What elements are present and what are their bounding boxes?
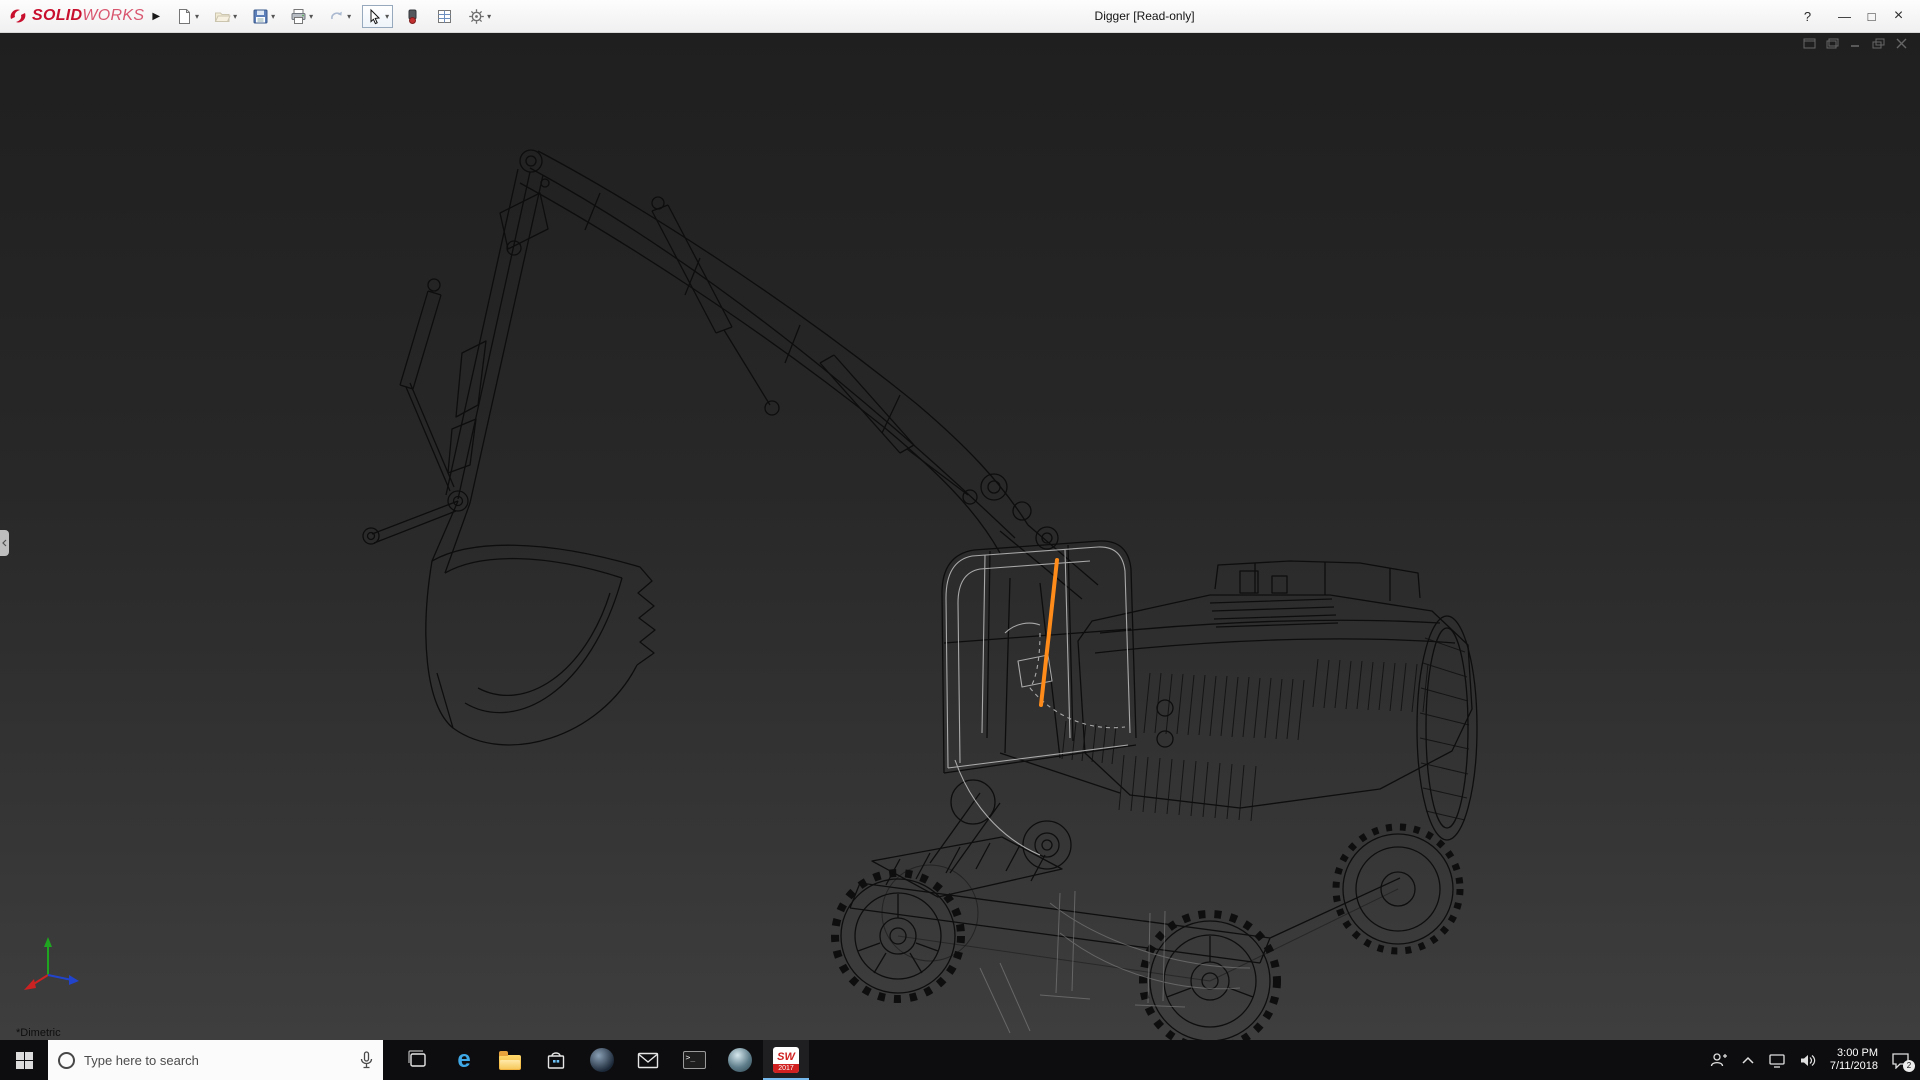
taskbar: e >_	[0, 1040, 1920, 1080]
cab-highlight-lines	[946, 547, 1130, 855]
search-input[interactable]	[84, 1053, 351, 1068]
macro-icon	[404, 8, 421, 25]
select-tool-button[interactable]: ▾	[362, 5, 393, 28]
taskbar-apps: e >_	[395, 1040, 809, 1080]
chevron-left-icon	[2, 539, 7, 547]
windows-logo-icon	[16, 1052, 33, 1069]
new-document-button[interactable]: ▾	[172, 5, 203, 28]
store-button[interactable]	[533, 1040, 579, 1080]
cascade-windows-icon[interactable]	[1826, 38, 1839, 49]
open-button[interactable]: ▾	[210, 5, 241, 28]
clock-time: 3:00 PM	[1837, 1047, 1878, 1060]
triad-z-arrow	[69, 975, 79, 985]
save-button[interactable]: ▾	[248, 5, 279, 28]
edge-icon: e	[457, 1048, 470, 1072]
select-cursor-icon	[366, 8, 383, 25]
steam-icon	[590, 1048, 614, 1072]
new-document-icon	[176, 8, 193, 25]
command-prompt-button[interactable]: >_	[671, 1040, 717, 1080]
digger-wireframe-model[interactable]	[0, 33, 1920, 1040]
ds-logo-icon	[8, 6, 28, 26]
sphere-app-icon	[728, 1048, 752, 1072]
options-button[interactable]: ▾	[464, 5, 495, 28]
dropdown-caret-icon[interactable]: ▾	[309, 12, 313, 21]
triad-y-arrow	[44, 937, 52, 947]
steam-button[interactable]	[579, 1040, 625, 1080]
close-document-icon[interactable]	[1895, 38, 1908, 49]
cortana-icon	[58, 1052, 75, 1069]
new-window-icon[interactable]	[1803, 38, 1816, 49]
task-view-icon	[407, 1050, 429, 1070]
minimize-document-icon[interactable]	[1849, 38, 1862, 49]
minimize-button[interactable]: —	[1831, 9, 1858, 24]
dropdown-caret-icon[interactable]: ▾	[347, 12, 351, 21]
mail-button[interactable]	[625, 1040, 671, 1080]
command-prompt-icon: >_	[683, 1051, 706, 1069]
microphone-icon[interactable]	[360, 1051, 373, 1069]
hidden-icons-chevron-icon[interactable]	[1741, 1056, 1755, 1065]
panel-flyout-tab[interactable]	[0, 530, 9, 556]
dropdown-caret-icon[interactable]: ▾	[385, 12, 389, 21]
selected-edge-highlight[interactable]	[1041, 560, 1057, 705]
network-icon[interactable]	[1768, 1053, 1786, 1068]
file-properties-icon	[436, 8, 453, 25]
system-tray: 3:00 PM 7/11/2018 2	[1710, 1040, 1920, 1080]
undo-button[interactable]: ▾	[324, 5, 355, 28]
open-folder-icon	[214, 8, 231, 25]
undo-icon	[328, 8, 345, 25]
dropdown-caret-icon[interactable]: ▾	[271, 12, 275, 21]
dropdown-caret-icon[interactable]: ▾	[487, 12, 491, 21]
help-button[interactable]: ?	[1794, 9, 1821, 24]
document-title: Digger [Read-only]	[495, 9, 1794, 23]
file-explorer-button[interactable]	[487, 1040, 533, 1080]
clock-date: 7/11/2018	[1830, 1060, 1878, 1073]
macro-button[interactable]	[400, 5, 425, 28]
maximize-button[interactable]: □	[1858, 9, 1885, 24]
toolbar-flyout-arrow-icon[interactable]: ▶	[152, 11, 160, 22]
triad-x-arrow	[24, 979, 36, 990]
window-controls: ? — □ ×	[1794, 7, 1920, 25]
restore-document-icon[interactable]	[1872, 38, 1885, 49]
taskbar-clock[interactable]: 3:00 PM 7/11/2018	[1830, 1047, 1878, 1073]
solidworks-logo: SOLIDWORKS	[0, 6, 148, 26]
volume-icon[interactable]	[1799, 1053, 1817, 1068]
print-button[interactable]: ▾	[286, 5, 317, 28]
document-window-controls	[1803, 38, 1908, 49]
titlebar: SOLIDWORKS ▶ ▾ ▾	[0, 0, 1920, 33]
reference-triad[interactable]	[22, 935, 80, 998]
close-button[interactable]: ×	[1885, 7, 1912, 25]
triad-z-axis	[48, 975, 72, 980]
notification-badge: 2	[1903, 1060, 1915, 1072]
people-icon[interactable]	[1710, 1051, 1728, 1069]
action-center-button[interactable]: 2	[1891, 1052, 1910, 1069]
quick-access-toolbar: ▾ ▾ ▾	[172, 5, 495, 28]
dropdown-caret-icon[interactable]: ▾	[233, 12, 237, 21]
print-icon	[290, 8, 307, 25]
store-icon	[545, 1049, 567, 1071]
edge-button[interactable]: e	[441, 1040, 487, 1080]
start-button[interactable]	[0, 1040, 48, 1080]
mail-icon	[637, 1052, 659, 1069]
view-orientation-label: *Dimetric	[16, 1027, 61, 1039]
save-icon	[252, 8, 269, 25]
graphics-area[interactable]: *Dimetric	[0, 33, 1920, 1040]
solidworks-2017-button[interactable]: SW 2017	[763, 1040, 809, 1080]
taskbar-search[interactable]	[48, 1040, 383, 1080]
viewer-app-button[interactable]	[717, 1040, 763, 1080]
dropdown-caret-icon[interactable]: ▾	[195, 12, 199, 21]
solidworks-2017-icon: SW 2017	[773, 1047, 799, 1073]
solidworks-window: SOLIDWORKS ▶ ▾ ▾	[0, 0, 1920, 1080]
gear-icon	[468, 8, 485, 25]
file-properties-button[interactable]	[432, 5, 457, 28]
wireframe-vent-lines	[882, 638, 1469, 981]
logo-text: SOLIDWORKS	[32, 7, 144, 25]
file-explorer-icon	[499, 1055, 521, 1070]
wireframe-dark-lines	[363, 150, 1477, 1040]
task-view-button[interactable]	[395, 1040, 441, 1080]
